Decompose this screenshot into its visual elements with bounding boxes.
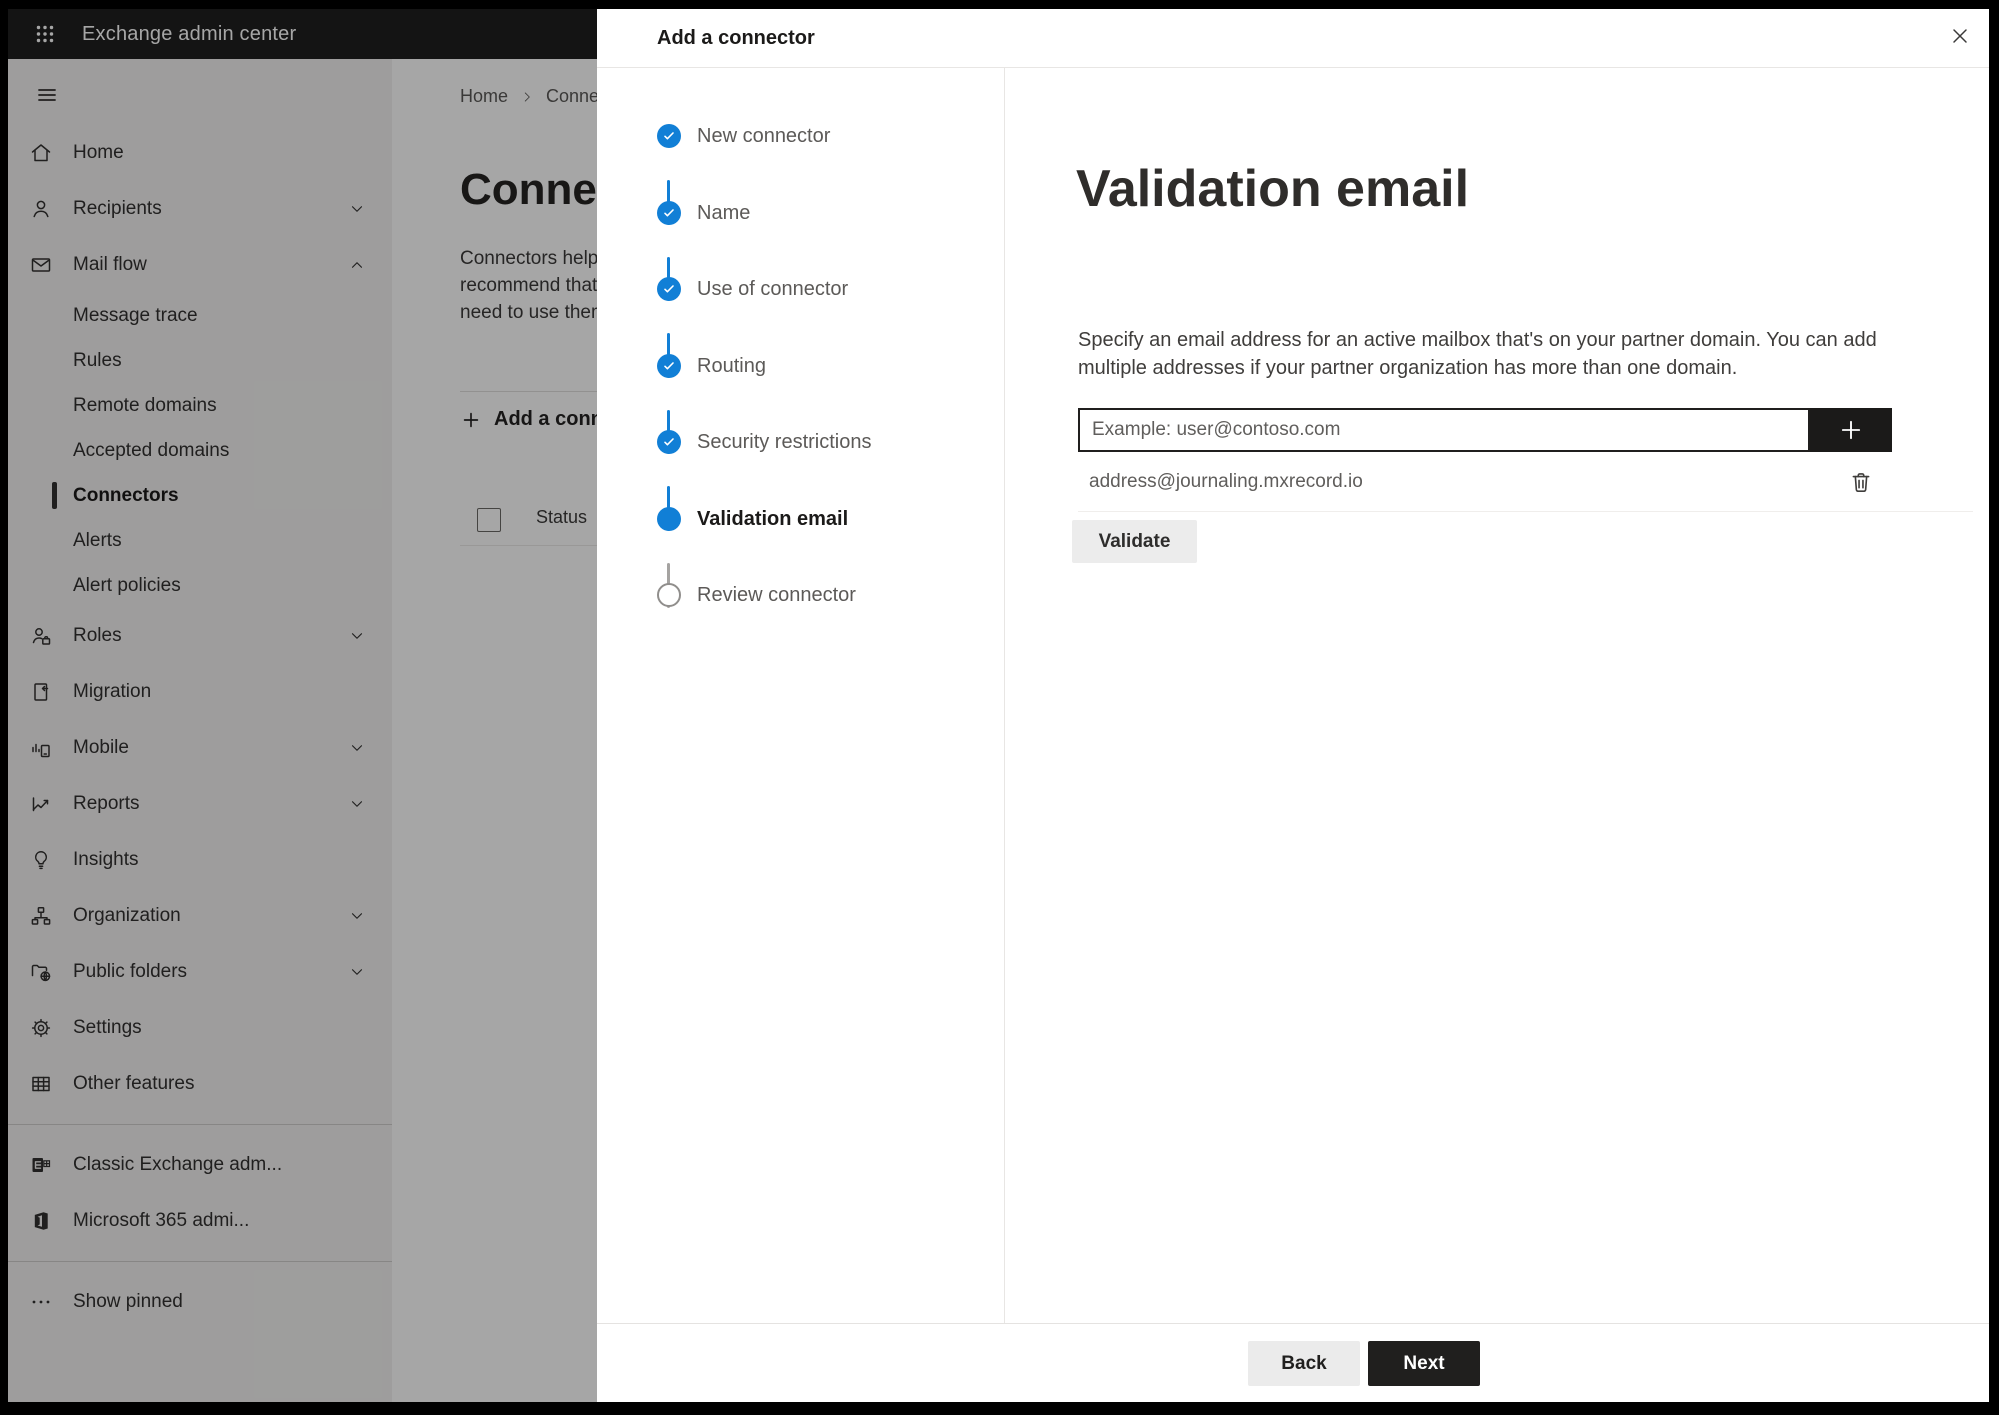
validation-email-address: address@journaling.mxrecord.io (1089, 471, 1363, 492)
step-use-of-connector[interactable]: Use of connector (657, 277, 848, 301)
step-todo-icon (657, 583, 681, 607)
step-page-description: Specify an email address for an active m… (1078, 329, 1877, 379)
add-connector-panel: Add a connector New connector Name Use o… (597, 9, 1989, 1402)
screen: Exchange admin center Home Recipients Ma… (8, 9, 1989, 1402)
step-done-icon (657, 124, 681, 148)
step-security-restrictions[interactable]: Security restrictions (657, 430, 872, 454)
add-email-button[interactable] (1810, 408, 1892, 452)
wizard-footer: Back Next (1248, 1341, 1480, 1386)
back-button[interactable]: Back (1248, 1341, 1360, 1386)
step-done-icon (657, 201, 681, 225)
trash-icon (1852, 473, 1870, 493)
panel-title: Add a connector (657, 26, 815, 49)
step-new-connector[interactable]: New connector (657, 124, 830, 148)
validation-email-input[interactable] (1078, 408, 1810, 452)
wizard-stepper: New connector Name Use of connector Rout… (597, 67, 1005, 1323)
step-done-icon (657, 354, 681, 378)
plus-icon (1841, 420, 1861, 440)
address-row-divider (1078, 511, 1973, 512)
step-routing[interactable]: Routing (657, 354, 766, 378)
step-validation-email[interactable]: Validation email (657, 507, 848, 531)
validate-button[interactable]: Validate (1072, 520, 1197, 563)
next-button[interactable]: Next (1368, 1341, 1480, 1386)
step-review-connector[interactable]: Review connector (657, 583, 856, 607)
close-button[interactable] (1945, 21, 1975, 51)
panel-footer-divider (597, 1323, 1989, 1324)
delete-address-button[interactable] (1847, 468, 1875, 496)
step-done-icon (657, 430, 681, 454)
step-done-icon (657, 277, 681, 301)
step-current-icon (657, 507, 681, 531)
step-name[interactable]: Name (657, 201, 750, 225)
step-page-heading: Validation email (1076, 160, 1470, 218)
